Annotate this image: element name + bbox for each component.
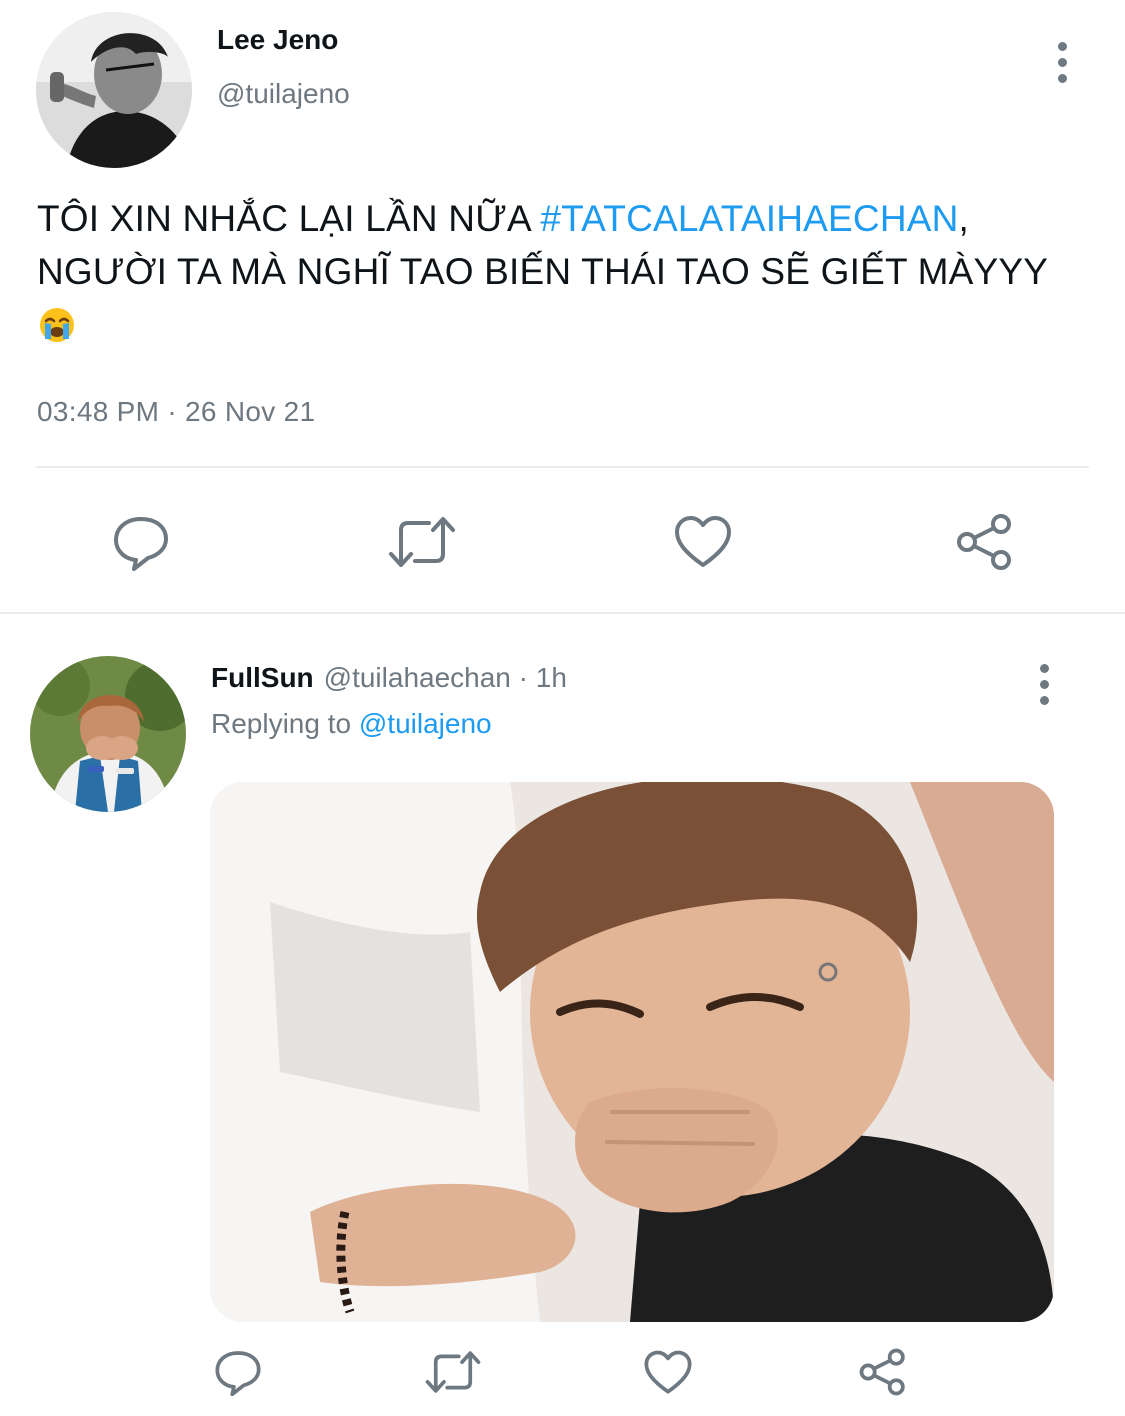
reply-time[interactable]: 1h (536, 662, 567, 693)
reply-media-image[interactable] (210, 782, 1054, 1322)
retweet-icon (389, 517, 455, 567)
reply-display-name[interactable]: FullSun (211, 662, 314, 693)
tweet-separator (0, 612, 1125, 614)
heart-icon (644, 1350, 692, 1394)
author-handle[interactable]: @tuilajeno (217, 78, 350, 110)
divider (36, 466, 1089, 468)
reply-icon (215, 1351, 261, 1396)
reply-button[interactable] (110, 512, 172, 572)
more-dot (1057, 57, 1067, 67)
more-options-button[interactable] (1042, 32, 1082, 92)
share-button[interactable] (954, 512, 1016, 572)
reaction-photo (210, 782, 1054, 1322)
tweet-text-part1: TÔI XIN NHẮC LẠI LẦN NỮA (37, 198, 541, 239)
reply-like-button[interactable] (642, 1346, 694, 1398)
profile-photo (30, 656, 186, 812)
more-dot (1039, 695, 1049, 705)
tweet-text: TÔI XIN NHẮC LẠI LẦN NỮA #TATCALATAIHAEC… (37, 192, 1097, 298)
reply-reply-button[interactable] (212, 1346, 264, 1398)
hashtag-link[interactable]: #TATCALATAIHAECHAN (540, 198, 958, 239)
reply-author-avatar[interactable] (30, 656, 186, 812)
replying-to-prefix: Replying to (211, 708, 359, 739)
replying-to-mention[interactable]: @tuilajeno (359, 708, 492, 739)
more-dot (1057, 73, 1067, 83)
more-dot (1039, 679, 1049, 689)
reply-share-button[interactable] (857, 1346, 909, 1398)
profile-photo (36, 12, 192, 168)
retweet-icon (425, 1351, 481, 1393)
author-display-name[interactable]: Lee Jeno (217, 24, 338, 56)
more-dot (1057, 41, 1067, 51)
tweet-timestamp[interactable]: 03:48 PM · 26 Nov 21 (37, 396, 315, 428)
retweet-button[interactable] (386, 512, 458, 572)
reply-retweet-button[interactable] (422, 1346, 484, 1398)
reply-separator: · (510, 662, 536, 693)
share-icon (957, 514, 1011, 570)
reply-more-options-button[interactable] (1024, 654, 1064, 714)
loudly-crying-face-icon (37, 305, 77, 345)
reply-icon (114, 517, 168, 571)
author-avatar[interactable] (36, 12, 192, 168)
reply-handle[interactable]: @tuilahaechan (324, 662, 511, 693)
replying-to: Replying to @tuilajeno (211, 708, 492, 740)
share-icon (859, 1348, 905, 1396)
reply-header: FullSun @tuilahaechan · 1h (211, 662, 567, 694)
like-button[interactable] (672, 512, 734, 572)
heart-icon (675, 516, 731, 567)
more-dot (1039, 663, 1049, 673)
